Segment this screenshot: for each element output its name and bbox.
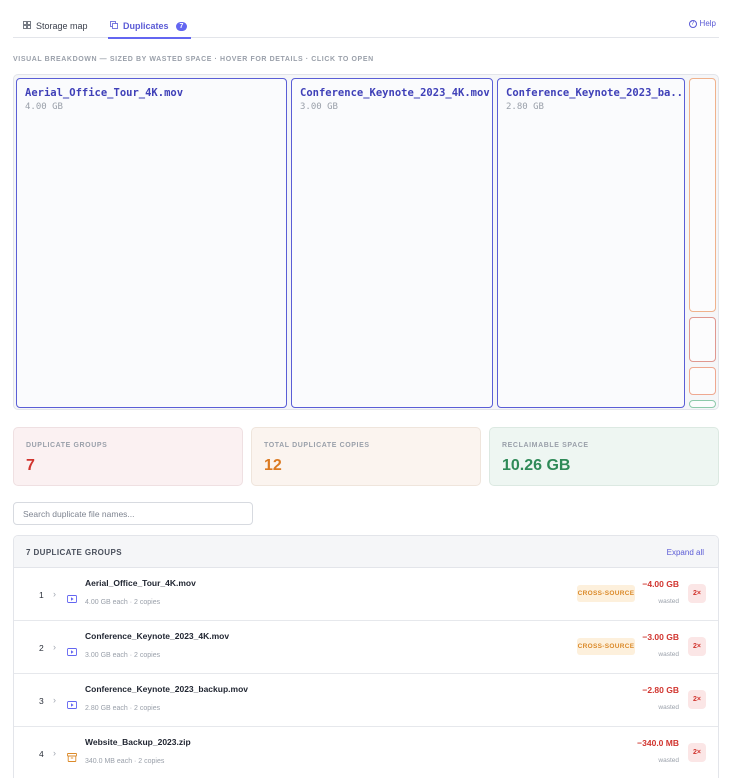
- wasted-amount: −3.00 GB: [642, 632, 679, 642]
- video-icon: [67, 696, 77, 709]
- copies-multiplier-badge: 2×: [688, 584, 706, 603]
- treemap-tile-small[interactable]: [689, 400, 716, 408]
- duplicates-count-badge: 7: [175, 21, 188, 31]
- stat-duplicate-groups: DUPLICATE GROUPS 7: [13, 427, 243, 486]
- stat-value: 10.26 GB: [502, 457, 571, 474]
- row-number: 1: [39, 590, 44, 600]
- treemap-tile[interactable]: Conference_Keynote_2023_4K.mov 3.00 GB: [291, 78, 493, 408]
- treemap-caption: VISUAL BREAKDOWN — SIZED BY WASTED SPACE…: [13, 56, 374, 63]
- wasted-label: wasted: [658, 757, 679, 764]
- file-meta: 4.00 GB each · 2 copies: [85, 599, 161, 606]
- chevron-right-icon[interactable]: ›: [53, 642, 56, 652]
- tile-name: Conference_Keynote_2023_ba...: [506, 87, 684, 99]
- stat-label: TOTAL DUPLICATE COPIES: [264, 442, 370, 449]
- file-name: Conference_Keynote_2023_4K.mov: [85, 631, 230, 641]
- file-meta: 340.0 MB each · 2 copies: [85, 758, 165, 765]
- wasted-label: wasted: [658, 704, 679, 711]
- treemap-tile-small[interactable]: [689, 367, 716, 395]
- file-name: Aerial_Office_Tour_4K.mov: [85, 578, 196, 588]
- group-row[interactable]: 3 › Conference_Keynote_2023_backup.mov 2…: [14, 674, 718, 727]
- tile-size: 3.00 GB: [300, 102, 338, 112]
- file-name: Conference_Keynote_2023_backup.mov: [85, 684, 248, 694]
- group-row[interactable]: 2 › Conference_Keynote_2023_4K.mov 3.00 …: [14, 621, 718, 674]
- wasted-amount: −2.80 GB: [642, 685, 679, 695]
- wasted-amount: −340.0 MB: [637, 738, 679, 748]
- cross-source-badge: CROSS-SOURCE: [577, 638, 635, 655]
- grid-icon: [23, 21, 31, 31]
- chevron-right-icon[interactable]: ›: [53, 748, 56, 758]
- video-icon: [67, 590, 77, 603]
- stat-value: 7: [26, 457, 35, 474]
- question-circle-icon: ?: [688, 19, 697, 28]
- video-icon: [67, 643, 77, 656]
- help-label: Help: [699, 19, 716, 28]
- treemap-tile[interactable]: Aerial_Office_Tour_4K.mov 4.00 GB: [16, 78, 287, 408]
- treemap-tile[interactable]: Conference_Keynote_2023_ba... 2.80 GB: [497, 78, 685, 408]
- tile-name: Conference_Keynote_2023_4K.mov: [300, 87, 490, 99]
- copies-multiplier-badge: 2×: [688, 690, 706, 709]
- archive-icon: [67, 749, 77, 762]
- group-row[interactable]: 4 › Website_Backup_2023.zip 340.0 MB eac…: [14, 727, 718, 778]
- tile-name: Aerial_Office_Tour_4K.mov: [25, 87, 184, 99]
- tile-size: 4.00 GB: [25, 102, 63, 112]
- wasted-amount: −4.00 GB: [642, 579, 679, 589]
- duplicate-groups-panel: 7 DUPLICATE GROUPS Expand all 1 › Aerial…: [13, 535, 719, 778]
- row-number: 2: [39, 643, 44, 653]
- expand-all-button[interactable]: Expand all: [667, 548, 704, 557]
- wasted-label: wasted: [658, 651, 679, 658]
- panel-header: 7 DUPLICATE GROUPS Expand all: [14, 536, 718, 568]
- cross-source-badge: CROSS-SOURCE: [577, 585, 635, 602]
- tab-label: Storage map: [36, 21, 88, 31]
- treemap-tile-small[interactable]: [689, 317, 716, 362]
- tab-storage-map[interactable]: Storage map: [23, 14, 88, 38]
- file-meta: 2.80 GB each · 2 copies: [85, 705, 161, 712]
- duplicates-treemap: Aerial_Office_Tour_4K.mov 4.00 GB Confer…: [13, 74, 719, 410]
- treemap-tile-small[interactable]: [689, 78, 716, 312]
- stat-value: 12: [264, 457, 282, 474]
- copy-icon: [110, 21, 118, 31]
- wasted-label: wasted: [658, 598, 679, 605]
- copies-multiplier-badge: 2×: [688, 743, 706, 762]
- chevron-right-icon[interactable]: ›: [53, 695, 56, 705]
- tile-size: 2.80 GB: [506, 102, 544, 112]
- tab-label: Duplicates: [123, 21, 169, 31]
- stat-label: DUPLICATE GROUPS: [26, 442, 108, 449]
- tab-duplicates[interactable]: Duplicates 7: [107, 14, 192, 39]
- stat-total-copies: TOTAL DUPLICATE COPIES 12: [251, 427, 481, 486]
- chevron-right-icon[interactable]: ›: [53, 589, 56, 599]
- file-meta: 3.00 GB each · 2 copies: [85, 652, 161, 659]
- stat-reclaimable-space: RECLAIMABLE SPACE 10.26 GB: [489, 427, 719, 486]
- copies-multiplier-badge: 2×: [688, 637, 706, 656]
- file-name: Website_Backup_2023.zip: [85, 737, 191, 747]
- search-input[interactable]: [13, 502, 253, 525]
- help-link[interactable]: ? Help: [688, 19, 716, 28]
- row-number: 3: [39, 696, 44, 706]
- stat-label: RECLAIMABLE SPACE: [502, 442, 589, 449]
- tab-bar: Storage map Duplicates 7 ? Help: [13, 14, 719, 39]
- group-row[interactable]: 1 › Aerial_Office_Tour_4K.mov 4.00 GB ea…: [14, 568, 718, 621]
- panel-title: 7 DUPLICATE GROUPS: [26, 548, 122, 557]
- row-number: 4: [39, 749, 44, 759]
